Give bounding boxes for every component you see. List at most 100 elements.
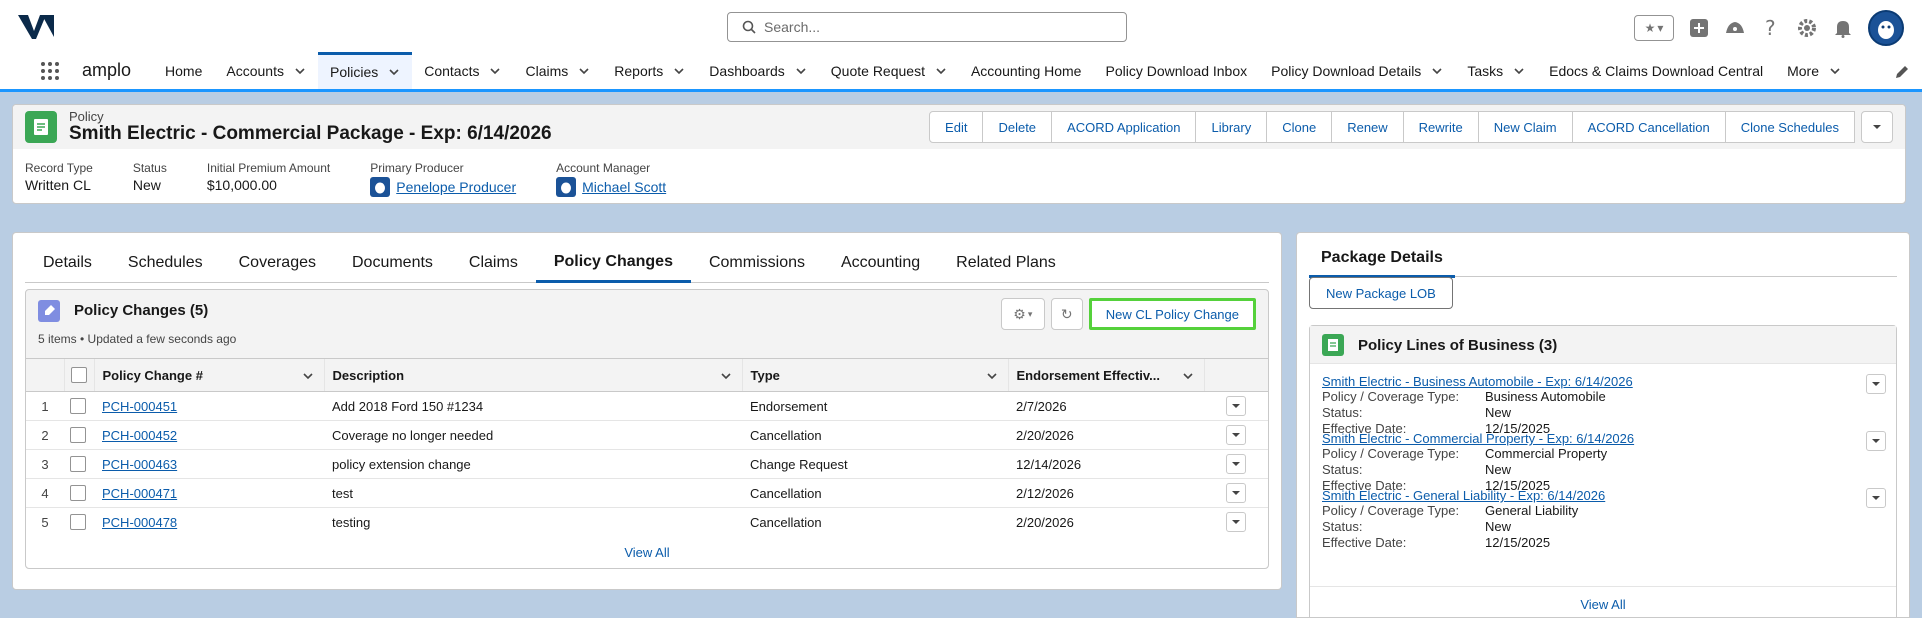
policy-change-link[interactable]: PCH-000452 [102,428,177,443]
new-claim-button[interactable]: New Claim [1478,111,1573,143]
policy-change-link[interactable]: PCH-000471 [102,486,177,501]
row-action-menu-button[interactable] [1226,512,1246,532]
chevron-down-icon[interactable] [302,370,314,382]
chevron-down-icon[interactable] [673,65,685,77]
tab-coverages[interactable]: Coverages [221,243,334,282]
chevron-down-icon[interactable] [1182,370,1194,382]
tab-documents[interactable]: Documents [334,243,451,282]
acord-application-button[interactable]: ACORD Application [1052,111,1197,143]
more-actions-button[interactable] [1861,111,1893,143]
column-header-endorsement-effective[interactable]: Endorsement Effectiv... [1007,358,1204,392]
global-search-input[interactable]: Search... [727,12,1127,42]
account-manager-link[interactable]: Michael Scott [582,179,666,195]
nav-item-contacts[interactable]: Contacts [412,52,513,89]
chevron-down-icon[interactable] [489,65,501,77]
policy-change-link[interactable]: PCH-000451 [102,399,177,414]
chevron-down-icon[interactable] [720,370,732,382]
policy-change-link[interactable]: PCH-000478 [102,515,177,530]
lob-field-label: Status: [1322,519,1363,534]
nav-item-dashboards[interactable]: Dashboards [697,52,819,89]
edit-nav-pencil-icon[interactable] [1894,64,1910,80]
nav-item-label: Policy Download Inbox [1105,62,1248,79]
tab-commissions[interactable]: Commissions [691,243,823,282]
nav-item-more[interactable]: More [1775,52,1853,89]
lob-row-action-menu-button[interactable] [1866,431,1886,451]
chevron-down-icon[interactable] [1829,65,1841,77]
tab-related-plans[interactable]: Related Plans [938,243,1074,282]
nav-item-accounts[interactable]: Accounts [214,52,318,89]
nav-item-home[interactable]: Home [153,52,214,89]
setup-gear-icon[interactable] [1796,17,1818,39]
chevron-down-icon[interactable] [1431,65,1443,77]
lob-record-link[interactable]: Smith Electric - General Liability - Exp… [1322,488,1886,503]
library-button[interactable]: Library [1196,111,1268,143]
tab-policy-changes[interactable]: Policy Changes [535,243,691,283]
nav-item-edocs-claims-download-central[interactable]: Edocs & Claims Download Central [1537,52,1775,89]
row-action-menu-button[interactable] [1226,454,1246,474]
refresh-button[interactable]: ↻ [1050,298,1083,330]
lob-record-link[interactable]: Smith Electric - Business Automobile - E… [1322,374,1886,389]
star-icon: ★ [1644,21,1656,35]
row-checkbox[interactable] [70,427,86,444]
nav-item-claims[interactable]: Claims [513,52,602,89]
rewrite-button[interactable]: Rewrite [1403,111,1479,143]
view-all-footer: View All [26,536,1268,568]
policy-change-link[interactable]: PCH-000463 [102,457,177,472]
tab-schedules[interactable]: Schedules [110,243,221,282]
lob-row-action-menu-button[interactable] [1866,488,1886,508]
new-package-lob-button[interactable]: New Package LOB [1309,277,1453,309]
lob-row-action-menu-button[interactable] [1866,374,1886,394]
app-launcher-icon[interactable] [30,52,70,89]
search-placeholder: Search... [764,19,821,35]
row-number-header [26,358,64,392]
help-icon[interactable]: ? [1760,17,1782,39]
chevron-down-icon[interactable] [578,65,590,77]
app-logo-icon[interactable] [16,11,56,41]
row-action-menu-button[interactable] [1226,425,1246,445]
primary-producer-link[interactable]: Penelope Producer [396,179,516,195]
row-checkbox[interactable] [70,456,86,473]
chevron-down-icon[interactable] [294,65,306,77]
tab-accounting[interactable]: Accounting [823,243,938,282]
chevron-down-icon[interactable] [388,66,400,78]
list-settings-button[interactable]: ⚙ ▾ [1000,298,1045,330]
row-checkbox[interactable] [70,514,86,531]
nav-item-quote-request[interactable]: Quote Request [819,52,959,89]
nav-item-policies[interactable]: Policies [317,52,413,89]
new-cl-policy-change-button[interactable]: New CL Policy Change [1088,298,1256,330]
select-all-checkbox[interactable] [70,367,87,384]
user-avatar[interactable] [1868,10,1904,46]
edit-button[interactable]: Edit [929,111,984,143]
notifications-bell-icon[interactable] [1832,17,1854,39]
chevron-down-icon[interactable] [986,370,998,382]
tab-details[interactable]: Details [25,243,110,282]
nav-item-tasks[interactable]: Tasks [1455,52,1537,89]
delete-button[interactable]: Delete [983,111,1053,143]
favorites-button[interactable]: ★ ▾ [1634,15,1674,41]
tab-claims[interactable]: Claims [451,243,536,282]
view-all-link[interactable]: View All [1580,597,1625,612]
tab-package-details[interactable]: Package Details [1309,241,1455,278]
row-action-menu-button[interactable] [1226,396,1246,416]
renew-button[interactable]: Renew [1332,111,1404,143]
global-actions-icon[interactable] [1688,17,1710,39]
column-header-description[interactable]: Description [323,358,742,392]
nav-item-accounting-home[interactable]: Accounting Home [959,52,1094,89]
row-checkbox[interactable] [70,485,86,502]
nav-item-policy-download-details[interactable]: Policy Download Details [1259,52,1455,89]
column-header-policy-change[interactable]: Policy Change # [93,358,324,392]
column-header-type[interactable]: Type [741,358,1008,392]
row-checkbox[interactable] [70,398,86,415]
chevron-down-icon[interactable] [795,65,807,77]
view-all-link[interactable]: View All [624,545,669,560]
row-action-menu-button[interactable] [1226,483,1246,503]
trailhead-icon[interactable] [1724,17,1746,39]
acord-cancellation-button[interactable]: ACORD Cancellation [1572,111,1726,143]
nav-item-reports[interactable]: Reports [602,52,697,89]
clone-button[interactable]: Clone [1267,111,1333,143]
chevron-down-icon[interactable] [935,65,947,77]
clone-schedules-button[interactable]: Clone Schedules [1725,111,1855,143]
chevron-down-icon[interactable] [1513,65,1525,77]
lob-record-link[interactable]: Smith Electric - Commercial Property - E… [1322,431,1886,446]
nav-item-policy-download-inbox[interactable]: Policy Download Inbox [1093,52,1259,89]
